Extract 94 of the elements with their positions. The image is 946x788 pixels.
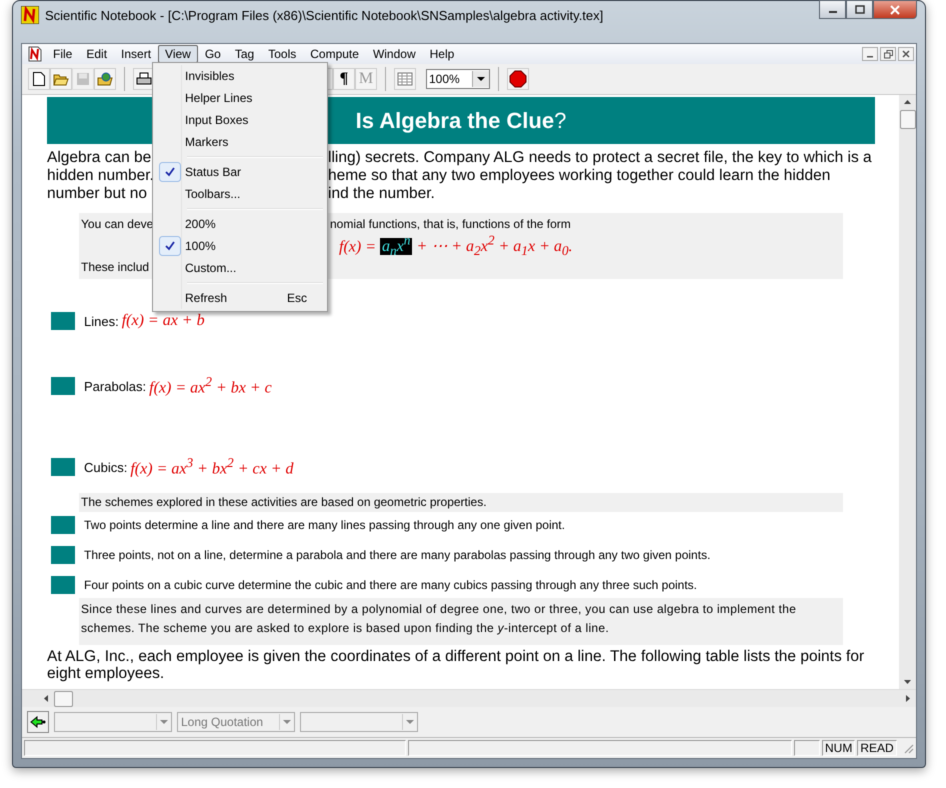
function-label: Cubics:	[84, 460, 128, 474]
format-button[interactable]: ¶	[333, 68, 355, 90]
menu-entry[interactable]: Input Boxes	[155, 109, 325, 131]
scheme-text: Four points on a cubic curve determine the cubic and there are many cubics passing through any three such points.	[84, 576, 698, 594]
app-logo-icon	[21, 6, 39, 24]
paragraph-fragment: ind the number.	[328, 185, 435, 203]
table-button[interactable]	[394, 68, 416, 90]
menu-entry[interactable]: Custom...	[155, 257, 325, 279]
close-button[interactable]	[898, 47, 914, 61]
restore-icon	[884, 50, 892, 58]
menu-item[interactable]: View	[158, 45, 198, 63]
table-icon	[397, 72, 413, 86]
note-fragment: nomial functions, that is, functions of the form	[330, 216, 571, 233]
note-fragment: You can deve	[81, 217, 154, 231]
bullet-square	[51, 312, 75, 330]
menu-entry[interactable]: 100%	[155, 235, 325, 257]
left-arrow-icon[interactable]	[44, 695, 48, 702]
menu-entry[interactable]: Helper Lines	[155, 87, 325, 109]
menu-entry[interactable]: Markers	[155, 131, 325, 153]
bullet-square	[51, 576, 75, 594]
status-indicator: NUM	[822, 740, 856, 756]
paragraph: At ALG, Inc., each employee is given the coordinates of a different point on a line. The following table lists the points for eight employees.	[47, 648, 866, 682]
bullet-square	[51, 516, 75, 534]
function-label: Parabolas:	[84, 378, 146, 394]
paragraph-fragment: hidden number.	[47, 167, 154, 184]
menu-item[interactable]: Tools	[261, 45, 304, 63]
down-arrow-icon[interactable]	[904, 680, 911, 684]
menu-entry[interactable]: Refresh Esc	[155, 287, 325, 309]
menu-entry[interactable]: Invisibles	[155, 65, 325, 87]
formula: f(x) = ax + b	[122, 312, 205, 330]
window-title: Scientific Notebook - [C:\Program Files (x86)\Scientific Notebook\SNSamples\algebra activity.tex]	[45, 8, 604, 22]
menu-item[interactable]: Window	[366, 45, 423, 63]
menu-item[interactable]: Compute	[303, 45, 366, 63]
bullet-square	[51, 546, 75, 564]
close-button[interactable]	[873, 0, 917, 19]
menu-item[interactable]: Tag	[228, 45, 262, 63]
arrow-icon	[30, 716, 46, 728]
bullet-square	[51, 458, 75, 476]
blank-page-icon	[32, 71, 46, 87]
dropdown-arrow-icon	[283, 720, 291, 724]
status-panel	[794, 740, 820, 756]
globe-folder-icon	[97, 72, 113, 86]
stop-sign-icon	[509, 70, 527, 88]
status-indicator: READ	[857, 740, 897, 756]
function-label: Lines:	[84, 314, 119, 328]
scroll-thumb[interactable]	[54, 690, 73, 706]
back-button[interactable]	[27, 711, 49, 733]
dropdown-arrow-icon	[477, 76, 485, 82]
stop-button[interactable]	[507, 68, 529, 90]
scroll-thumb[interactable]	[900, 110, 916, 129]
document-heading: Is Algebra the Clue?	[356, 108, 566, 134]
dropdown-arrow-icon	[160, 720, 168, 724]
new-document-button[interactable]	[28, 68, 50, 90]
formula: f(x) = ax$^{2}$ + bx + c	[149, 374, 272, 398]
paragraph-fragment: heme so that any two employees working together could learn the hidden	[328, 167, 830, 185]
note-fragment: These includ	[81, 260, 150, 274]
zoom-dropdown[interactable]: 100%	[426, 69, 490, 89]
menu-item[interactable]: Help	[422, 45, 462, 63]
vertical-scrollbar[interactable]	[899, 95, 916, 689]
menu-entry[interactable]: Status Bar	[155, 161, 325, 183]
minimize-button[interactable]	[862, 47, 878, 61]
menu-item[interactable]: File	[46, 45, 80, 63]
menu-entry[interactable]: Toolbars...	[155, 183, 325, 205]
menu-item[interactable]: Insert	[114, 45, 158, 63]
right-arrow-icon[interactable]	[906, 695, 910, 702]
dropdown-arrow-icon	[406, 720, 414, 724]
resize-grip-icon	[902, 742, 914, 754]
menu-item[interactable]: Edit	[79, 45, 114, 63]
scheme-text: Two points determine a line and there are many lines passing through any one given point.	[84, 516, 565, 534]
menu-item[interactable]: Go	[198, 45, 228, 63]
formula: f(x) = ax$^{3}$ + bx$^{2}$ + cx + d	[130, 455, 294, 479]
paragraph-fragment: lling) secrets. Company ALG needs to protect a secret file, the key to which is a	[328, 149, 872, 167]
restore-button[interactable]	[880, 47, 896, 61]
paragraph-fragment: number but no	[47, 185, 147, 202]
note-text: Since these lines and curves are determined by a polynomial of degree one, two or three, you can use algebra to implement the schemes. The scheme you are asked to explore is based upon finding the y-intercept of a line.	[81, 602, 796, 635]
horizontal-scrollbar[interactable]	[22, 689, 916, 707]
minimize-button[interactable]	[819, 0, 846, 19]
maximize-icon	[854, 5, 864, 14]
bullet-square	[51, 377, 75, 395]
maximize-button[interactable]	[846, 0, 873, 19]
paragraph-fragment: Algebra can be	[47, 149, 152, 166]
note-text: The schemes explored in these activities are based on geometric properties.	[81, 494, 487, 511]
printer-icon	[136, 72, 152, 86]
scheme-text: Three points, not on a line, determine a parabola and there are many parabolas passing through any two given points.	[84, 546, 710, 564]
close-icon	[889, 4, 901, 14]
close-icon	[902, 50, 910, 58]
menu-entry[interactable]: 200%	[155, 213, 325, 235]
formula: f(x) = a$_{n}$x$^{n}$ + ⋯ + a$_{2}$x$^{2}$ + a$_{1}$x + a$_{0}$.	[339, 232, 573, 260]
document-logo-icon[interactable]	[28, 46, 42, 62]
globe-folder-button[interactable]	[94, 68, 116, 90]
folder-icon	[53, 72, 69, 86]
up-arrow-icon[interactable]	[904, 100, 911, 104]
tag-dropdown[interactable]: Long Quotation	[177, 712, 295, 732]
open-folder-button[interactable]	[50, 68, 72, 90]
